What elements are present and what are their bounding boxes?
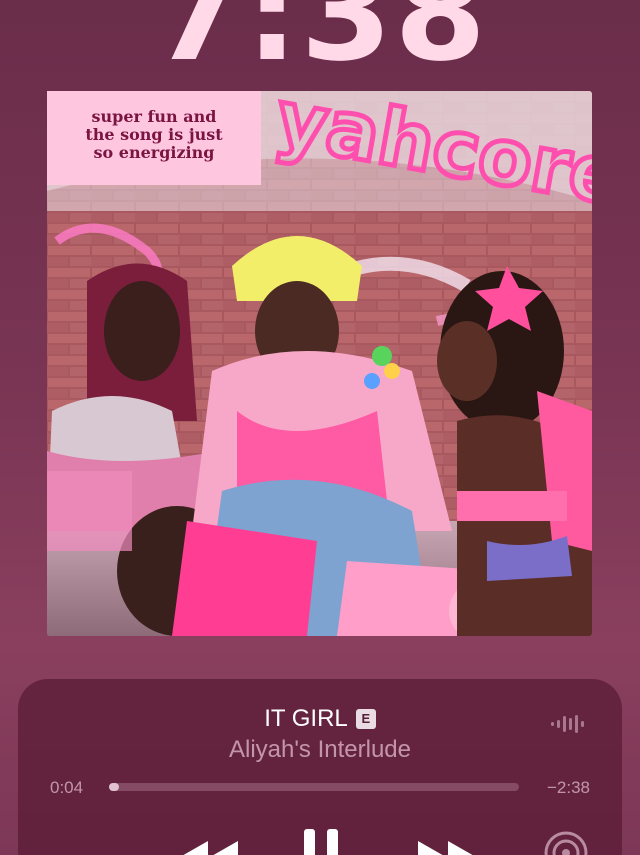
progress-fill xyxy=(109,783,119,791)
lockscreen-clock: 7:38 xyxy=(151,0,489,91)
caption-sticker: super fun and the song is just so energi… xyxy=(47,91,261,185)
caption-line: the song is just xyxy=(85,125,223,144)
caption-line: so energizing xyxy=(93,143,215,162)
now-playing-widget[interactable]: IT GIRL E Aliyah's Interlude 0:04 −2:38 xyxy=(18,679,622,855)
pause-icon[interactable] xyxy=(301,829,341,855)
elapsed-time: 0:04 xyxy=(50,778,84,797)
progress-scrubber[interactable] xyxy=(109,783,519,791)
caption-line: super fun and xyxy=(91,107,217,126)
fast-forward-icon[interactable] xyxy=(416,839,478,855)
track-title: IT GIRL xyxy=(264,705,348,732)
artist-name: Aliyah's Interlude xyxy=(228,736,411,763)
explicit-badge: E xyxy=(355,709,376,729)
remaining-time: −2:38 xyxy=(546,778,590,797)
airplay-icon[interactable] xyxy=(542,831,590,855)
waveform-icon[interactable] xyxy=(550,714,584,734)
track-title-row[interactable]: IT GIRL E xyxy=(18,705,622,733)
rewind-icon[interactable] xyxy=(178,839,240,855)
